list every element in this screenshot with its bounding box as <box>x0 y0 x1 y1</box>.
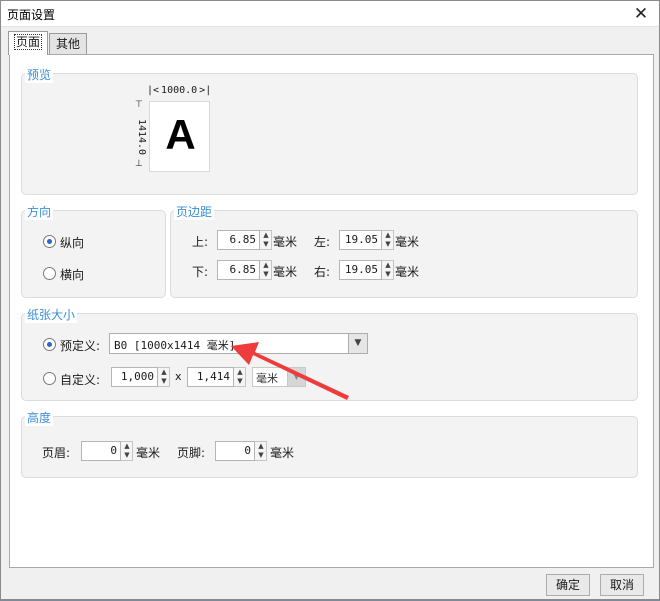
footer-label: 页脚: <box>177 446 206 460</box>
preview-group-title: 预览 <box>25 66 54 83</box>
footer-height-input[interactable]: 0 <box>215 441 255 461</box>
margin-right-stepper[interactable]: ▲ ▼ <box>382 260 394 280</box>
margin-right-unit: 毫米 <box>395 265 420 279</box>
header-height-stepper[interactable]: ▲ ▼ <box>121 441 133 461</box>
predefined-radio[interactable] <box>43 338 56 351</box>
chevron-up-icon[interactable]: ▲ <box>235 368 245 377</box>
portrait-label: 纵向 <box>60 236 85 250</box>
chevron-up-icon[interactable]: ▲ <box>256 442 266 451</box>
close-icon[interactable]: ✕ <box>631 4 651 24</box>
chevron-down-icon[interactable]: ▼ <box>261 270 271 279</box>
header-height-input[interactable]: 0 <box>81 441 121 461</box>
preview-height-value: 1414.0 <box>136 118 147 156</box>
dimension-left-arrow-icon: |< <box>147 85 160 96</box>
margin-left-input[interactable]: 19.05 <box>339 230 382 250</box>
chevron-up-icon[interactable]: ▲ <box>383 261 393 270</box>
chevron-down-icon[interactable]: ▼ <box>383 270 393 279</box>
chevron-down-icon[interactable]: ▼ <box>159 377 169 386</box>
chevron-down-icon[interactable]: ▼ <box>235 377 245 386</box>
margin-left-label: 左: <box>314 235 331 249</box>
portrait-radio[interactable] <box>43 235 56 248</box>
preview-letter: A <box>165 111 196 158</box>
custom-width-input[interactable]: 1,000 <box>111 367 158 387</box>
dimension-right-arrow-icon: >| <box>199 85 212 96</box>
preview-paper: A <box>149 101 210 172</box>
margin-right-label: 右: <box>314 265 331 279</box>
paper-size-group-title: 纸张大小 <box>25 306 78 323</box>
cancel-button[interactable]: 取消 <box>600 574 644 596</box>
tab-other[interactable]: 其他 <box>49 33 87 55</box>
dimension-separator: x <box>175 370 182 383</box>
custom-width-stepper[interactable]: ▲ ▼ <box>158 367 170 387</box>
chevron-down-icon[interactable]: ▼ <box>288 367 306 387</box>
page-setup-dialog: 页面设置 ✕ 页面 其他 预览 |< 1000.0 >| ⊤ ⊥ 1414.0 A … <box>0 0 660 600</box>
tab-other-label: 其他 <box>55 37 80 51</box>
margin-left-unit: 毫米 <box>395 235 420 249</box>
chevron-up-icon[interactable]: ▲ <box>159 368 169 377</box>
tab-page[interactable]: 页面 <box>8 31 48 55</box>
margin-top-input[interactable]: 6.85 <box>217 230 260 250</box>
margin-left-stepper[interactable]: ▲ ▼ <box>382 230 394 250</box>
custom-radio[interactable] <box>43 372 56 385</box>
window-title: 页面设置 <box>7 8 56 22</box>
ok-button[interactable]: 确定 <box>546 574 590 596</box>
margin-top-stepper[interactable]: ▲ ▼ <box>260 230 272 250</box>
header-unit: 毫米 <box>136 446 161 460</box>
margins-group <box>170 210 638 298</box>
margin-top-unit: 毫米 <box>273 235 298 249</box>
footer-height-stepper[interactable]: ▲ ▼ <box>255 441 267 461</box>
height-group-title: 高度 <box>25 409 54 426</box>
margin-top-label: 上: <box>192 235 209 249</box>
custom-height-input[interactable]: 1,414 <box>187 367 234 387</box>
margins-group-title: 页边距 <box>174 203 215 220</box>
custom-height-stepper[interactable]: ▲ ▼ <box>234 367 246 387</box>
landscape-radio[interactable] <box>43 267 56 280</box>
predefined-label: 预定义: <box>60 339 101 353</box>
tab-page-label: 页面 <box>13 34 42 50</box>
margin-bottom-stepper[interactable]: ▲ ▼ <box>260 260 272 280</box>
chevron-down-icon[interactable]: ▼ <box>349 333 368 354</box>
margin-bottom-unit: 毫米 <box>273 265 298 279</box>
custom-label: 自定义: <box>60 373 101 387</box>
chevron-up-icon[interactable]: ▲ <box>261 231 271 240</box>
chevron-down-icon[interactable]: ▼ <box>122 451 132 460</box>
chevron-down-icon[interactable]: ▼ <box>261 240 271 249</box>
margin-bottom-label: 下: <box>192 265 209 279</box>
preview-width-value: 1000.0 <box>161 85 198 96</box>
paper-size-group <box>21 313 638 401</box>
preview-width-dimension: |< 1000.0 >| <box>147 85 211 96</box>
footer-unit: 毫米 <box>270 446 295 460</box>
predefined-paper-select[interactable]: B0 [1000x1414 毫米] <box>109 333 349 354</box>
chevron-up-icon[interactable]: ▲ <box>122 442 132 451</box>
orientation-group-title: 方向 <box>25 203 54 220</box>
landscape-label: 横向 <box>60 268 85 282</box>
margin-right-input[interactable]: 19.05 <box>339 260 382 280</box>
chevron-up-icon[interactable]: ▲ <box>261 261 271 270</box>
chevron-down-icon[interactable]: ▼ <box>256 451 266 460</box>
chevron-down-icon[interactable]: ▼ <box>383 240 393 249</box>
preview-group <box>21 73 638 195</box>
custom-unit-select[interactable]: 毫米 <box>252 367 288 387</box>
title-bar: 页面设置 ✕ <box>1 1 659 27</box>
margin-bottom-input[interactable]: 6.85 <box>217 260 260 280</box>
header-label: 页眉: <box>42 446 71 460</box>
orientation-group <box>21 210 166 298</box>
chevron-up-icon[interactable]: ▲ <box>383 231 393 240</box>
